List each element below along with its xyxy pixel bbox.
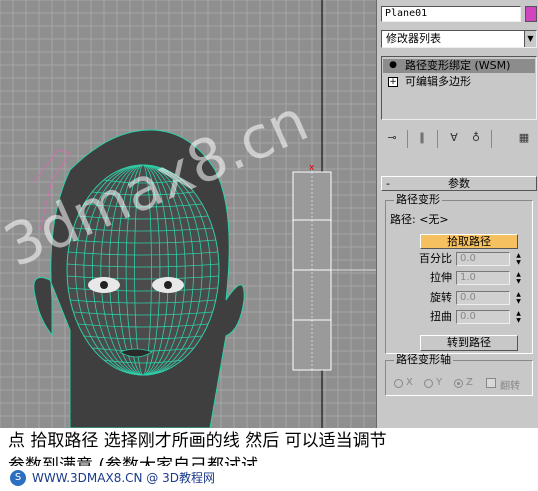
move-to-path-button[interactable]: 转到路径 — [420, 335, 518, 351]
path-label: 路径: <无> — [390, 213, 449, 226]
object-name-field[interactable]: Plane01 — [381, 6, 521, 22]
parameters-rollout-header[interactable]: - 参数 — [381, 176, 537, 191]
plus-box-icon[interactable]: + — [388, 77, 398, 87]
spinner-icon[interactable]: ▲ ▼ — [514, 310, 523, 324]
rotation-field[interactable]: 0.0 — [456, 291, 510, 305]
plane-object: x — [292, 163, 332, 371]
group-title: 路径变形轴 — [394, 353, 453, 366]
twist-field[interactable]: 0.0 — [456, 310, 510, 324]
collapse-icon[interactable]: - — [386, 177, 390, 190]
group-title: 路径变形 — [394, 193, 442, 206]
perspective-viewport[interactable]: x 3dmax8.cn — [0, 0, 376, 428]
configure-sets-icon[interactable]: ▦ — [515, 130, 533, 148]
svg-text:x: x — [309, 163, 315, 173]
axis-z-label: Z — [466, 377, 473, 388]
stack-item-editable-poly[interactable]: + 可编辑多边形 — [383, 75, 535, 89]
axis-y-label: Y — [436, 377, 443, 388]
percent-label: 百分比 — [419, 252, 452, 265]
spinner-icon[interactable]: ▲ ▼ — [514, 271, 523, 285]
percent-field[interactable]: 0.0 — [456, 252, 510, 266]
site-footer: S WWW.3DMAX8.CN @ 3D教程网 — [0, 466, 538, 491]
rotation-label: 旋转 — [430, 291, 452, 304]
site-logo: S — [10, 470, 26, 486]
stack-item-label: 路径变形绑定 (WSM) — [405, 59, 511, 72]
caption-line-1: 点 拾取路径 选择刚才所画的线 然后 可以适当调节 — [8, 431, 387, 451]
modifier-stack: ● 路径变形绑定 (WSM) + 可编辑多边形 — [381, 56, 537, 120]
modifier-list-label: 修改器列表 — [386, 32, 441, 45]
flip-checkbox[interactable] — [486, 378, 496, 388]
stack-item-path-deform[interactable]: ● 路径变形绑定 (WSM) — [383, 59, 535, 73]
object-color-swatch[interactable] — [525, 6, 537, 22]
command-panel: Plane01 修改器列表 ▼ ● 路径变形绑定 (WSM) + 可编辑多边形 … — [376, 0, 538, 428]
lightbulb-icon[interactable]: ● — [388, 61, 398, 71]
path-deform-group: 路径变形 路径: <无> 拾取路径 百分比 0.0 ▲ ▼ 拉伸 1.0 ▲ ▼ 旋… — [385, 194, 533, 354]
spinner-icon[interactable]: ▲ ▼ — [514, 291, 523, 305]
axis-y-radio[interactable] — [424, 379, 433, 388]
flip-label: 翻转 — [500, 381, 520, 392]
viewport-canvas[interactable]: x — [0, 0, 376, 428]
stretch-field[interactable]: 1.0 — [456, 271, 510, 285]
modifier-list-dropdown[interactable]: 修改器列表 ▼ — [381, 30, 537, 48]
stack-toolbar: ⊸ ∥ ∀ ♁ ▦ — [381, 128, 537, 150]
axis-x-label: X — [406, 377, 413, 388]
axis-z-radio[interactable] — [454, 379, 463, 388]
pin-stack-icon[interactable]: ⊸ — [383, 130, 401, 148]
pick-path-button[interactable]: 拾取路径 — [420, 234, 518, 249]
site-url[interactable]: WWW.3DMAX8.CN @ 3D教程网 — [32, 470, 215, 486]
make-unique-icon[interactable]: ∀ — [445, 130, 463, 148]
axis-x-radio[interactable] — [394, 379, 403, 388]
rollout-title: 参数 — [448, 177, 470, 190]
remove-modifier-icon[interactable]: ♁ — [467, 130, 485, 148]
chevron-down-icon[interactable]: ▼ — [524, 31, 536, 47]
show-end-result-icon[interactable]: ∥ — [413, 130, 431, 148]
twist-label: 扭曲 — [430, 310, 452, 323]
path-deform-axis-group: 路径变形轴 X Y Z 翻转 — [385, 354, 533, 396]
spinner-icon[interactable]: ▲ ▼ — [514, 252, 523, 266]
stretch-label: 拉伸 — [430, 271, 452, 284]
stack-item-label: 可编辑多边形 — [405, 75, 471, 88]
